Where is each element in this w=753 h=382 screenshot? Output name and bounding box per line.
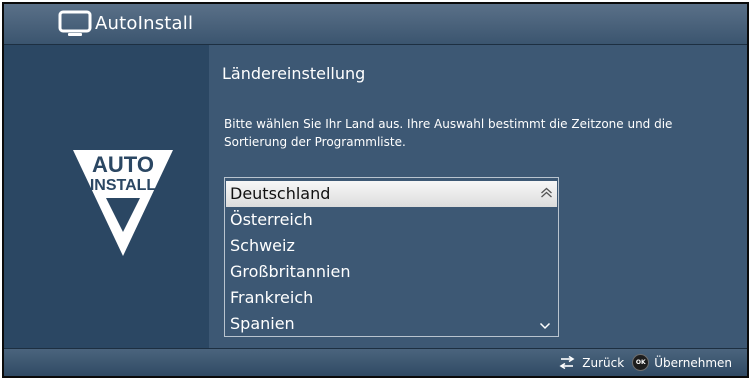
list-item-frankreich[interactable]: Frankreich [226, 285, 557, 311]
tv-screen: AutoInstall AUTO INSTALL Ländereinstellu… [2, 2, 749, 378]
list-item-oesterreich[interactable]: Österreich [226, 207, 557, 233]
country-list[interactable]: Deutschland Österreich Schweiz Großbrita… [224, 177, 559, 337]
page-heading: Ländereinstellung [222, 64, 366, 83]
list-item-label: Deutschland [230, 184, 331, 203]
back-label[interactable]: Zurück [582, 356, 624, 370]
list-item-label: Österreich [230, 210, 313, 229]
list-item-deutschland[interactable]: Deutschland [226, 181, 557, 207]
footer-hints: Zurück OK Übernehmen [557, 354, 732, 371]
list-item-label: Spanien [230, 314, 295, 333]
back-arrows-icon[interactable] [557, 355, 577, 370]
list-item-grossbritannien[interactable]: Großbritannien [226, 259, 557, 285]
list-item-schweiz[interactable]: Schweiz [226, 233, 557, 259]
list-item-spanien[interactable]: Spanien [226, 311, 557, 337]
ok-button-icon[interactable]: OK [632, 354, 650, 371]
logo-text-line1: AUTO [92, 152, 154, 177]
title-bar: AutoInstall [4, 4, 747, 45]
list-item-label: Frankreich [230, 288, 314, 307]
bottom-bar: Zurück OK Übernehmen [4, 348, 747, 376]
logo-text-line2: INSTALL [90, 177, 157, 194]
tv-icon [58, 10, 92, 36]
description-text: Bitte wählen Sie Ihr Land aus. Ihre Ausw… [224, 117, 673, 149]
list-item-label: Schweiz [230, 236, 295, 255]
double-chevron-up-icon[interactable] [540, 187, 553, 199]
autoinstall-logo-icon: AUTO INSTALL [73, 150, 173, 256]
list-item-label: Großbritannien [230, 262, 351, 281]
chevron-down-icon[interactable] [539, 322, 551, 330]
confirm-label[interactable]: Übernehmen [654, 356, 732, 370]
window-title: AutoInstall [95, 13, 194, 34]
